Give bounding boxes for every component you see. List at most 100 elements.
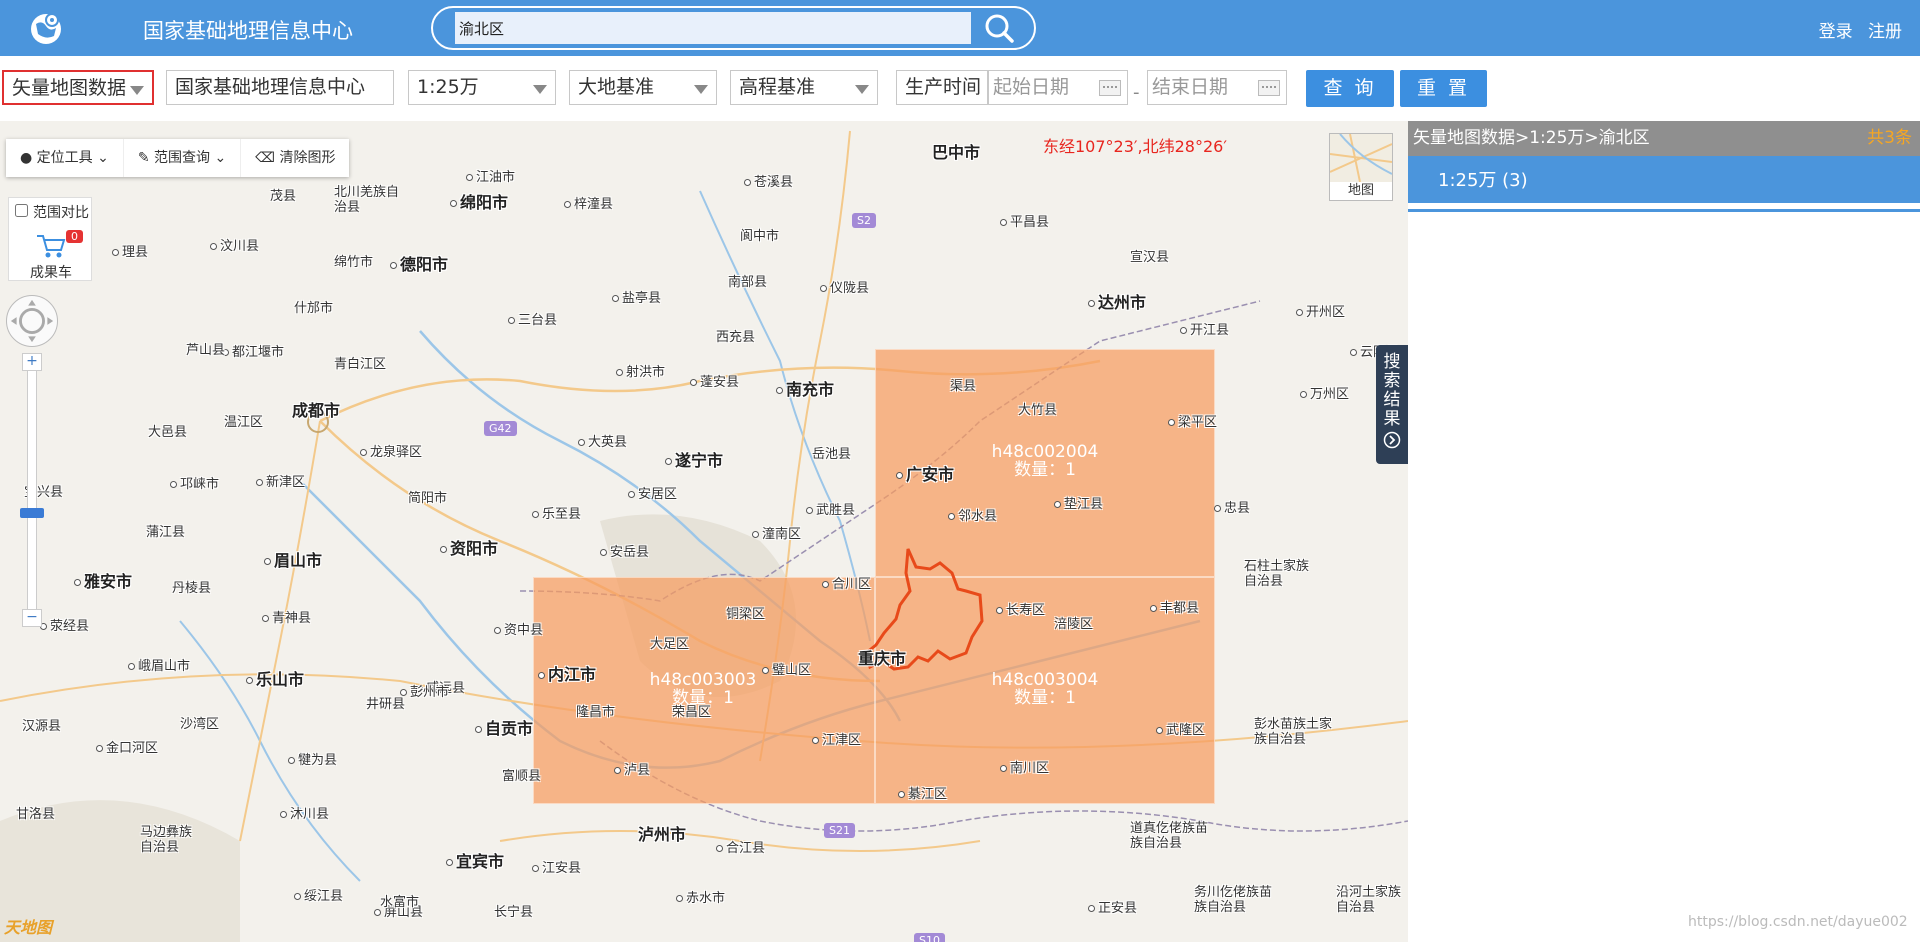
provider-value: 国家基础地理信息中心	[175, 76, 366, 98]
place-label: 马边彝族自治县	[140, 825, 193, 855]
end-date-input[interactable]: 结束日期	[1147, 70, 1287, 105]
place-label: 开江县	[1180, 319, 1229, 338]
place-label: 大足区	[650, 637, 690, 652]
place-label: 遂宁市	[665, 447, 723, 471]
reset-button[interactable]: 重 置	[1400, 70, 1487, 107]
place-label: 长寿区	[996, 599, 1045, 618]
place-label: 德阳市	[390, 251, 448, 275]
register-link[interactable]: 注册	[1868, 22, 1902, 42]
road-shield: S10	[914, 933, 945, 942]
place-label: 广安市	[896, 461, 954, 485]
provider-field[interactable]: 国家基础地理信息中心	[166, 70, 394, 105]
end-date-placeholder: 结束日期	[1152, 76, 1229, 98]
place-label: 荥经县	[40, 615, 89, 634]
watermark: https://blog.csdn.net/dayue002	[1688, 914, 1908, 930]
place-label: 沿河土家族自治县	[1336, 885, 1402, 915]
place-label: 阆中市	[740, 229, 780, 244]
place-label: 盐亭县	[612, 287, 661, 306]
range-query-tool-label: 范围查询	[154, 150, 211, 166]
range-compare-checkbox[interactable]	[15, 204, 28, 217]
search-results-tab[interactable]: 搜索结果	[1376, 345, 1408, 464]
place-label: 沐川县	[280, 803, 329, 822]
map-thumbnail-icon	[1329, 133, 1393, 183]
place-label: 邛崃市	[170, 473, 219, 492]
place-label: 合江县	[716, 837, 765, 856]
chevron-down-icon	[694, 85, 708, 94]
place-label: 长宁县	[494, 905, 534, 920]
divider	[1408, 209, 1920, 212]
place-label: 武隆区	[1156, 719, 1205, 738]
place-label: 乐至县	[532, 503, 581, 522]
place-label: 合川区	[822, 573, 871, 592]
place-label: 南川区	[1000, 757, 1049, 776]
place-label: 宣汉县	[1130, 250, 1170, 265]
place-label: 正安县	[1088, 897, 1137, 916]
place-label: 蓬安县	[690, 371, 739, 390]
place-label: 渠县	[950, 379, 977, 394]
place-label: 汶川县	[210, 235, 259, 254]
place-label: 丹棱县	[172, 581, 212, 596]
location-pin-icon: ●	[20, 150, 37, 166]
place-label: 绵阳市	[450, 189, 508, 213]
search-input[interactable]	[455, 12, 971, 44]
height-datum-value: 高程基准	[739, 76, 816, 98]
place-label: 沙湾区	[180, 717, 220, 732]
place-label: 南部县	[728, 275, 768, 290]
range-compare-toggle[interactable]: 范围对比	[9, 198, 91, 226]
minimap-label: 地图	[1347, 183, 1374, 198]
start-date-input[interactable]: 起始日期	[988, 70, 1128, 105]
calendar-icon[interactable]	[1099, 80, 1121, 96]
auth-links: 登录 注册	[1809, 17, 1902, 42]
pan-control-icon[interactable]	[6, 295, 58, 347]
locate-tool-label: 定位工具	[36, 150, 93, 166]
range-query-tool[interactable]: ✎ 范围查询 ⌄	[124, 139, 242, 177]
filter-bar: 矢量地图数据 国家基础地理信息中心 1:25万 大地基准 高程基准 生产时间 起…	[0, 56, 1920, 121]
results-cart[interactable]: 0 成果车	[9, 228, 93, 283]
results-breadcrumb: 矢量地图数据>1:25万>渝北区 共3条	[1408, 121, 1920, 156]
place-label: 青神县	[262, 607, 311, 626]
scale-select[interactable]: 1:25万	[408, 70, 556, 105]
geodetic-datum-select[interactable]: 大地基准	[569, 70, 717, 105]
search-icon[interactable]	[979, 11, 1019, 45]
place-label: 彭水苗族土家族自治县	[1254, 717, 1333, 747]
zoom-slider-handle[interactable]	[20, 508, 44, 518]
place-label: 江津区	[812, 729, 861, 748]
place-label: 安居区	[628, 483, 677, 502]
map-view[interactable]: h48c002004 数量：1 h48c003003 数量：1 h48c0030…	[0, 121, 1408, 942]
height-datum-select[interactable]: 高程基准	[730, 70, 878, 105]
time-label-text: 生产时间	[905, 76, 982, 98]
place-label: 万州区	[1300, 383, 1349, 402]
login-link[interactable]: 登录	[1819, 22, 1853, 42]
result-group-row[interactable]: 1:25万 (3)	[1408, 156, 1920, 206]
data-type-select[interactable]: 矢量地图数据	[2, 70, 154, 105]
zoom-out-button[interactable]: −	[22, 609, 42, 627]
coordinate-readout: 东经107°23′,北纬28°26′	[1043, 137, 1227, 156]
chevron-right-icon	[1383, 431, 1401, 449]
place-label: 乐山市	[246, 666, 304, 690]
globe-logo-icon[interactable]	[28, 10, 64, 46]
place-label: 宜宾市	[446, 848, 504, 872]
place-label: 大英县	[578, 431, 627, 450]
geodetic-datum-value: 大地基准	[578, 76, 655, 98]
road-shield: S21	[824, 823, 855, 838]
locate-tool[interactable]: ● 定位工具 ⌄	[6, 139, 124, 177]
zoom-slider-track[interactable]	[27, 353, 37, 615]
place-label: 都江堰市	[222, 341, 284, 360]
place-label: 巴中市	[932, 143, 981, 162]
place-label: 綦江区	[898, 783, 947, 802]
calendar-icon[interactable]	[1258, 80, 1280, 96]
query-button[interactable]: 查 询	[1306, 70, 1394, 107]
compare-cart-panel: 范围对比 0 成果车	[8, 197, 92, 281]
search-box	[431, 6, 1036, 50]
map-type-switch[interactable]: 地图	[1329, 133, 1393, 201]
place-label: 茂县	[270, 189, 297, 204]
place-label: 岳池县	[812, 447, 852, 462]
zoom-in-button[interactable]: +	[22, 353, 42, 371]
place-label: 蒲江县	[146, 525, 186, 540]
place-label: 安岳县	[600, 541, 649, 560]
clear-graphics-tool[interactable]: ⌫ 清除图形	[241, 139, 349, 177]
place-label: 道真仡佬族苗族自治县	[1130, 821, 1209, 851]
place-label: 潼南区	[752, 523, 801, 542]
road-shield: G42	[484, 421, 517, 436]
place-label: 泸州市	[638, 825, 687, 844]
